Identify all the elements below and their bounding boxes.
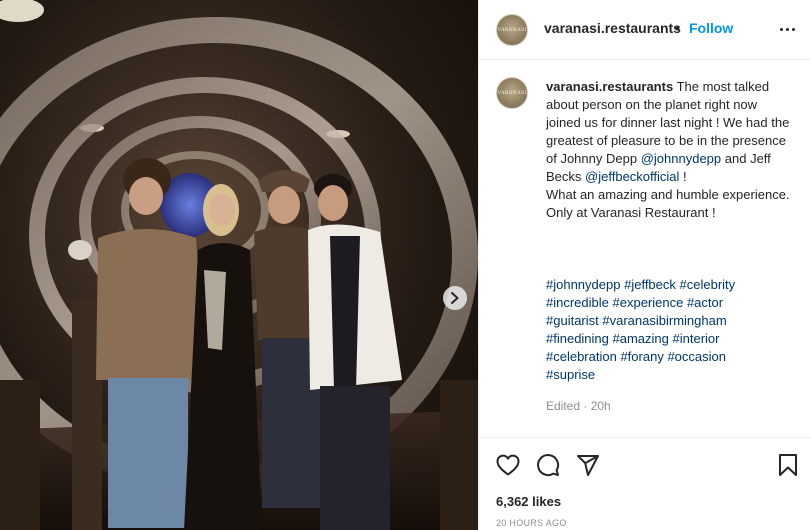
caption-text: varanasi.restaurants The most talked abo… — [546, 78, 794, 222]
hashtag[interactable]: #incredible — [546, 295, 609, 310]
post-photo[interactable] — [0, 0, 478, 530]
hashtag[interactable]: #jeffbeck — [624, 277, 676, 292]
save-button[interactable] — [775, 452, 801, 478]
hashtag[interactable]: #actor — [687, 295, 723, 310]
photo-illustration — [0, 0, 478, 530]
more-options-icon[interactable] — [777, 20, 797, 38]
bookmark-icon — [779, 454, 797, 476]
hashtag[interactable]: #interior — [673, 331, 720, 346]
mention-johnnydepp[interactable]: @johnnydepp — [641, 151, 721, 166]
edited-label: Edited · 20h — [546, 399, 611, 413]
post-timestamp[interactable]: 20 HOURS AGO — [496, 518, 567, 528]
hashtag[interactable]: #celebration — [546, 349, 617, 364]
post-header: VARANASI varanasi.restaurants • Follow — [479, 0, 810, 60]
hashtag[interactable]: #occasion — [667, 349, 726, 364]
hashtag[interactable]: #guitarist — [546, 313, 599, 328]
caption-avatar[interactable]: VARANASI — [496, 77, 528, 109]
hashtag[interactable]: #suprise — [546, 367, 595, 382]
caption-avatar-logo: VARANASI — [497, 90, 527, 96]
hashtag[interactable]: #experience — [613, 295, 684, 310]
post-panel: VARANASI varanasi.restaurants • Follow V… — [478, 0, 810, 530]
heart-icon — [496, 454, 520, 476]
caption-exclaim: ! — [683, 169, 687, 184]
share-icon — [577, 455, 599, 476]
comment-button[interactable] — [535, 452, 561, 478]
hashtag[interactable]: #amazing — [613, 331, 669, 346]
caption-username[interactable]: varanasi.restaurants — [546, 79, 673, 94]
hashtag[interactable]: #varanasibirmingham — [602, 313, 726, 328]
chevron-right-icon — [451, 292, 459, 304]
separator-dot: • — [675, 20, 680, 36]
hashtag[interactable]: #finedining — [546, 331, 609, 346]
follow-button[interactable]: Follow — [689, 20, 733, 36]
avatar-logo: VARANASI — [497, 27, 527, 33]
username-link[interactable]: varanasi.restaurants — [544, 20, 681, 36]
mention-jeffbeckofficial[interactable]: @jeffbeckofficial — [585, 169, 679, 184]
avatar[interactable]: VARANASI — [496, 14, 528, 46]
carousel-next-button[interactable] — [443, 286, 467, 310]
share-button[interactable] — [575, 452, 601, 478]
hashtag[interactable]: #celebrity — [680, 277, 736, 292]
comment-icon — [537, 454, 560, 477]
likes-count[interactable]: 6,362 likes — [496, 494, 561, 509]
like-button[interactable] — [495, 452, 521, 478]
hashtag-list: #johnnydepp #jeffbeck #celebrity #incred… — [546, 276, 794, 384]
action-bar: 6,362 likes 20 HOURS AGO — [479, 437, 810, 530]
caption-line2: What an amazing and humble experience. O… — [546, 187, 790, 220]
hashtag[interactable]: #forany — [620, 349, 663, 364]
hashtag[interactable]: #johnnydepp — [546, 277, 620, 292]
